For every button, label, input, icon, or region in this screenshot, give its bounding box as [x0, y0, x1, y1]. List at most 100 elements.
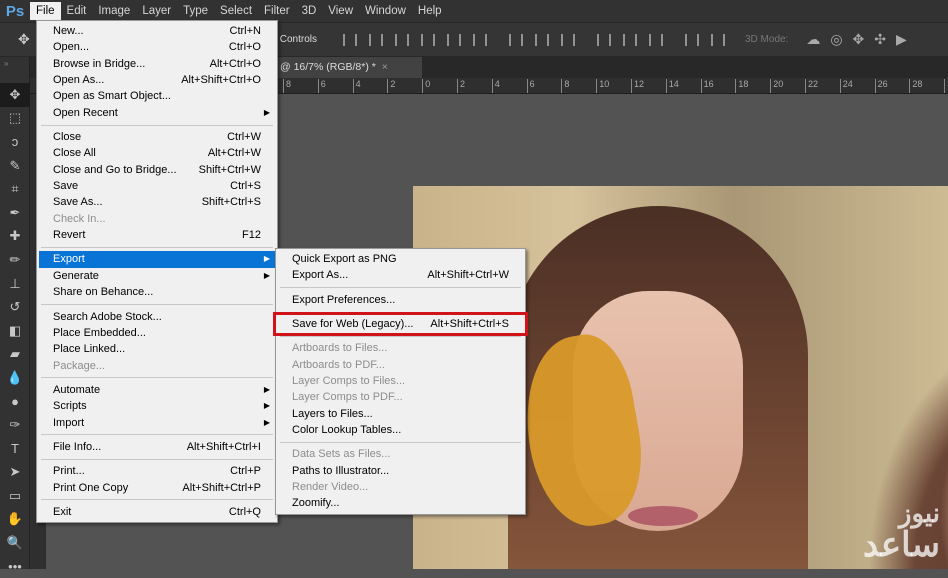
- menu-item-open-as[interactable]: Open As... Alt+Shift+Ctrl+O: [39, 72, 275, 88]
- menu-layer[interactable]: Layer: [136, 2, 177, 20]
- menu-item-browse-in-bridge[interactable]: Browse in Bridge... Alt+Ctrl+O: [39, 56, 275, 72]
- align-distribute-icon[interactable]: [648, 33, 663, 46]
- blur-tool-icon[interactable]: 💧: [0, 366, 30, 390]
- menu-item-zoomify[interactable]: Zoomify...: [278, 495, 523, 511]
- menu-item-place-linked[interactable]: Place Linked...: [39, 341, 275, 357]
- menu-select[interactable]: Select: [214, 2, 258, 20]
- quick-select-tool-icon[interactable]: ✎: [0, 154, 30, 178]
- align-distribute-icon[interactable]: [534, 33, 549, 46]
- align-distribute-icon[interactable]: [560, 33, 575, 46]
- menu-item-save-for-web-legacy[interactable]: Save for Web (Legacy)... Alt+Shift+Ctrl+S: [273, 312, 528, 337]
- menu-item-quick-export-as-png[interactable]: Quick Export as PNG: [278, 251, 523, 267]
- eyedropper-tool-icon[interactable]: ✒: [0, 201, 30, 225]
- menu-item-exit[interactable]: Exit Ctrl+Q: [39, 504, 275, 520]
- menu-item-open-recent[interactable]: Open Recent ▶: [39, 105, 275, 121]
- lasso-tool-icon[interactable]: ↄ: [0, 130, 30, 154]
- menu-file[interactable]: File: [30, 2, 61, 20]
- menu-item-file-info[interactable]: File Info... Alt+Shift+Ctrl+I: [39, 439, 275, 455]
- menu-item-artboards-to-pdf[interactable]: Artboards to PDF...: [278, 357, 523, 373]
- hand-tool-icon[interactable]: ✋: [0, 508, 30, 532]
- healing-tool-icon[interactable]: ✚: [0, 225, 30, 249]
- menu-filter[interactable]: Filter: [258, 2, 296, 20]
- menu-item-place-embedded[interactable]: Place Embedded...: [39, 325, 275, 341]
- crop-tool-icon[interactable]: ⌗: [0, 177, 30, 201]
- menu-view[interactable]: View: [322, 2, 359, 20]
- menu-item-share-on-behance[interactable]: Share on Behance...: [39, 284, 275, 300]
- menu-item-print-one-copy[interactable]: Print One Copy Alt+Shift+Ctrl+P: [39, 480, 275, 496]
- menu-type[interactable]: Type: [177, 2, 214, 20]
- menu-item-data-sets-as-files[interactable]: Data Sets as Files...: [278, 446, 523, 462]
- marquee-tool-icon[interactable]: ⬚: [0, 107, 30, 131]
- align-distribute-icon[interactable]: [684, 33, 699, 46]
- menu-item-close-all[interactable]: Close All Alt+Ctrl+W: [39, 145, 275, 161]
- menu-item-label: Export: [53, 253, 85, 266]
- menu-item-paths-to-illustrator[interactable]: Paths to Illustrator...: [278, 463, 523, 479]
- align-distribute-icon[interactable]: [508, 33, 523, 46]
- align-distribute-icon[interactable]: [472, 33, 487, 46]
- type-tool-icon[interactable]: T: [0, 437, 30, 461]
- menu-item-label: Place Linked...: [53, 343, 126, 356]
- menu-item-package[interactable]: Package...: [39, 358, 275, 374]
- brush-tool-icon[interactable]: ✏: [0, 248, 30, 272]
- document-tab[interactable]: @ 16/7% (RGB/8*) * ×: [272, 57, 422, 78]
- menu-item-export-as[interactable]: Export As... Alt+Shift+Ctrl+W: [278, 267, 523, 283]
- align-distribute-icon[interactable]: [420, 33, 435, 46]
- menu-item-revert[interactable]: Revert F12: [39, 227, 275, 243]
- menu-item-layer-comps-to-files[interactable]: Layer Comps to Files...: [278, 373, 523, 389]
- menu-item-search-adobe-stock[interactable]: Search Adobe Stock...: [39, 309, 275, 325]
- align-distribute-icon[interactable]: [394, 33, 409, 46]
- menu-item-label: Import: [53, 416, 85, 429]
- menu-item-color-lookup-tables[interactable]: Color Lookup Tables...: [278, 422, 523, 438]
- align-distribute-icon[interactable]: [710, 33, 725, 46]
- menu-separator: [41, 434, 273, 436]
- menu-item-label: Artboards to Files...: [292, 342, 388, 355]
- menu-item-save[interactable]: Save Ctrl+S: [39, 178, 275, 194]
- menu-item-import[interactable]: Import ▶: [39, 415, 275, 431]
- close-tab-icon[interactable]: ×: [382, 61, 388, 73]
- menu-item-scripts[interactable]: Scripts ▶: [39, 398, 275, 414]
- path-select-tool-icon[interactable]: ➤: [0, 461, 30, 485]
- more-tool-icon[interactable]: •••: [0, 555, 30, 578]
- menu-edit[interactable]: Edit: [61, 2, 93, 20]
- menu-item-check-in[interactable]: Check In...: [39, 211, 275, 227]
- menu-item-export[interactable]: Export ▶: [39, 251, 275, 268]
- align-distribute-icon[interactable]: [622, 33, 637, 46]
- menu-item-automate[interactable]: Automate ▶: [39, 382, 275, 398]
- menu-item-new[interactable]: New... Ctrl+N: [39, 23, 275, 39]
- move-tool-icon[interactable]: ✥: [0, 83, 30, 107]
- watermark-logo: نیوز ساعد: [863, 498, 940, 564]
- menu-help[interactable]: Help: [412, 2, 448, 20]
- dodge-tool-icon[interactable]: ●: [0, 390, 30, 414]
- menu-window[interactable]: Window: [359, 2, 412, 20]
- menu-image[interactable]: Image: [92, 2, 136, 20]
- align-distribute-icon[interactable]: [368, 33, 383, 46]
- eraser-tool-icon[interactable]: ◧: [0, 319, 30, 343]
- menu-3d[interactable]: 3D: [296, 2, 323, 20]
- menu-item-close-and-go-to-bridge[interactable]: Close and Go to Bridge... Shift+Ctrl+W: [39, 162, 275, 178]
- pen-tool-icon[interactable]: ✑: [0, 413, 30, 437]
- align-distribute-icon[interactable]: [596, 33, 611, 46]
- menu-item-export-preferences[interactable]: Export Preferences...: [278, 292, 523, 308]
- menu-item-save-as[interactable]: Save As... Shift+Ctrl+S: [39, 194, 275, 210]
- menu-item-layer-comps-to-pdf[interactable]: Layer Comps to PDF...: [278, 389, 523, 405]
- menu-item-close[interactable]: Close Ctrl+W: [39, 129, 275, 145]
- shape-tool-icon[interactable]: ▭: [0, 484, 30, 508]
- menu-separator: [41, 458, 273, 460]
- menu-item-shortcut: Shift+Ctrl+S: [201, 196, 261, 209]
- menu-item-label: Open...: [53, 41, 90, 54]
- stamp-tool-icon[interactable]: ⊥: [0, 272, 30, 296]
- align-distribute-icon[interactable]: [342, 33, 357, 46]
- menu-item-open-as-smart-object[interactable]: Open as Smart Object...: [39, 88, 275, 104]
- history-brush-tool-icon[interactable]: ↺: [0, 295, 30, 319]
- 3d-tool-icons[interactable]: ☁◎✥✣▶: [806, 31, 916, 48]
- menu-item-open[interactable]: Open... Ctrl+O: [39, 39, 275, 55]
- menu-item-print[interactable]: Print... Ctrl+P: [39, 463, 275, 479]
- align-distribute-icon[interactable]: [446, 33, 461, 46]
- gradient-tool-icon[interactable]: ▰: [0, 343, 30, 367]
- zoom-tool-icon[interactable]: 🔍: [0, 531, 30, 555]
- menu-item-render-video[interactable]: Render Video...: [278, 479, 523, 495]
- panel-collapse-icon[interactable]: »: [0, 57, 29, 83]
- menu-item-artboards-to-files[interactable]: Artboards to Files...: [278, 340, 523, 356]
- menu-item-layers-to-files[interactable]: Layers to Files...: [278, 406, 523, 422]
- menu-item-generate[interactable]: Generate ▶: [39, 268, 275, 284]
